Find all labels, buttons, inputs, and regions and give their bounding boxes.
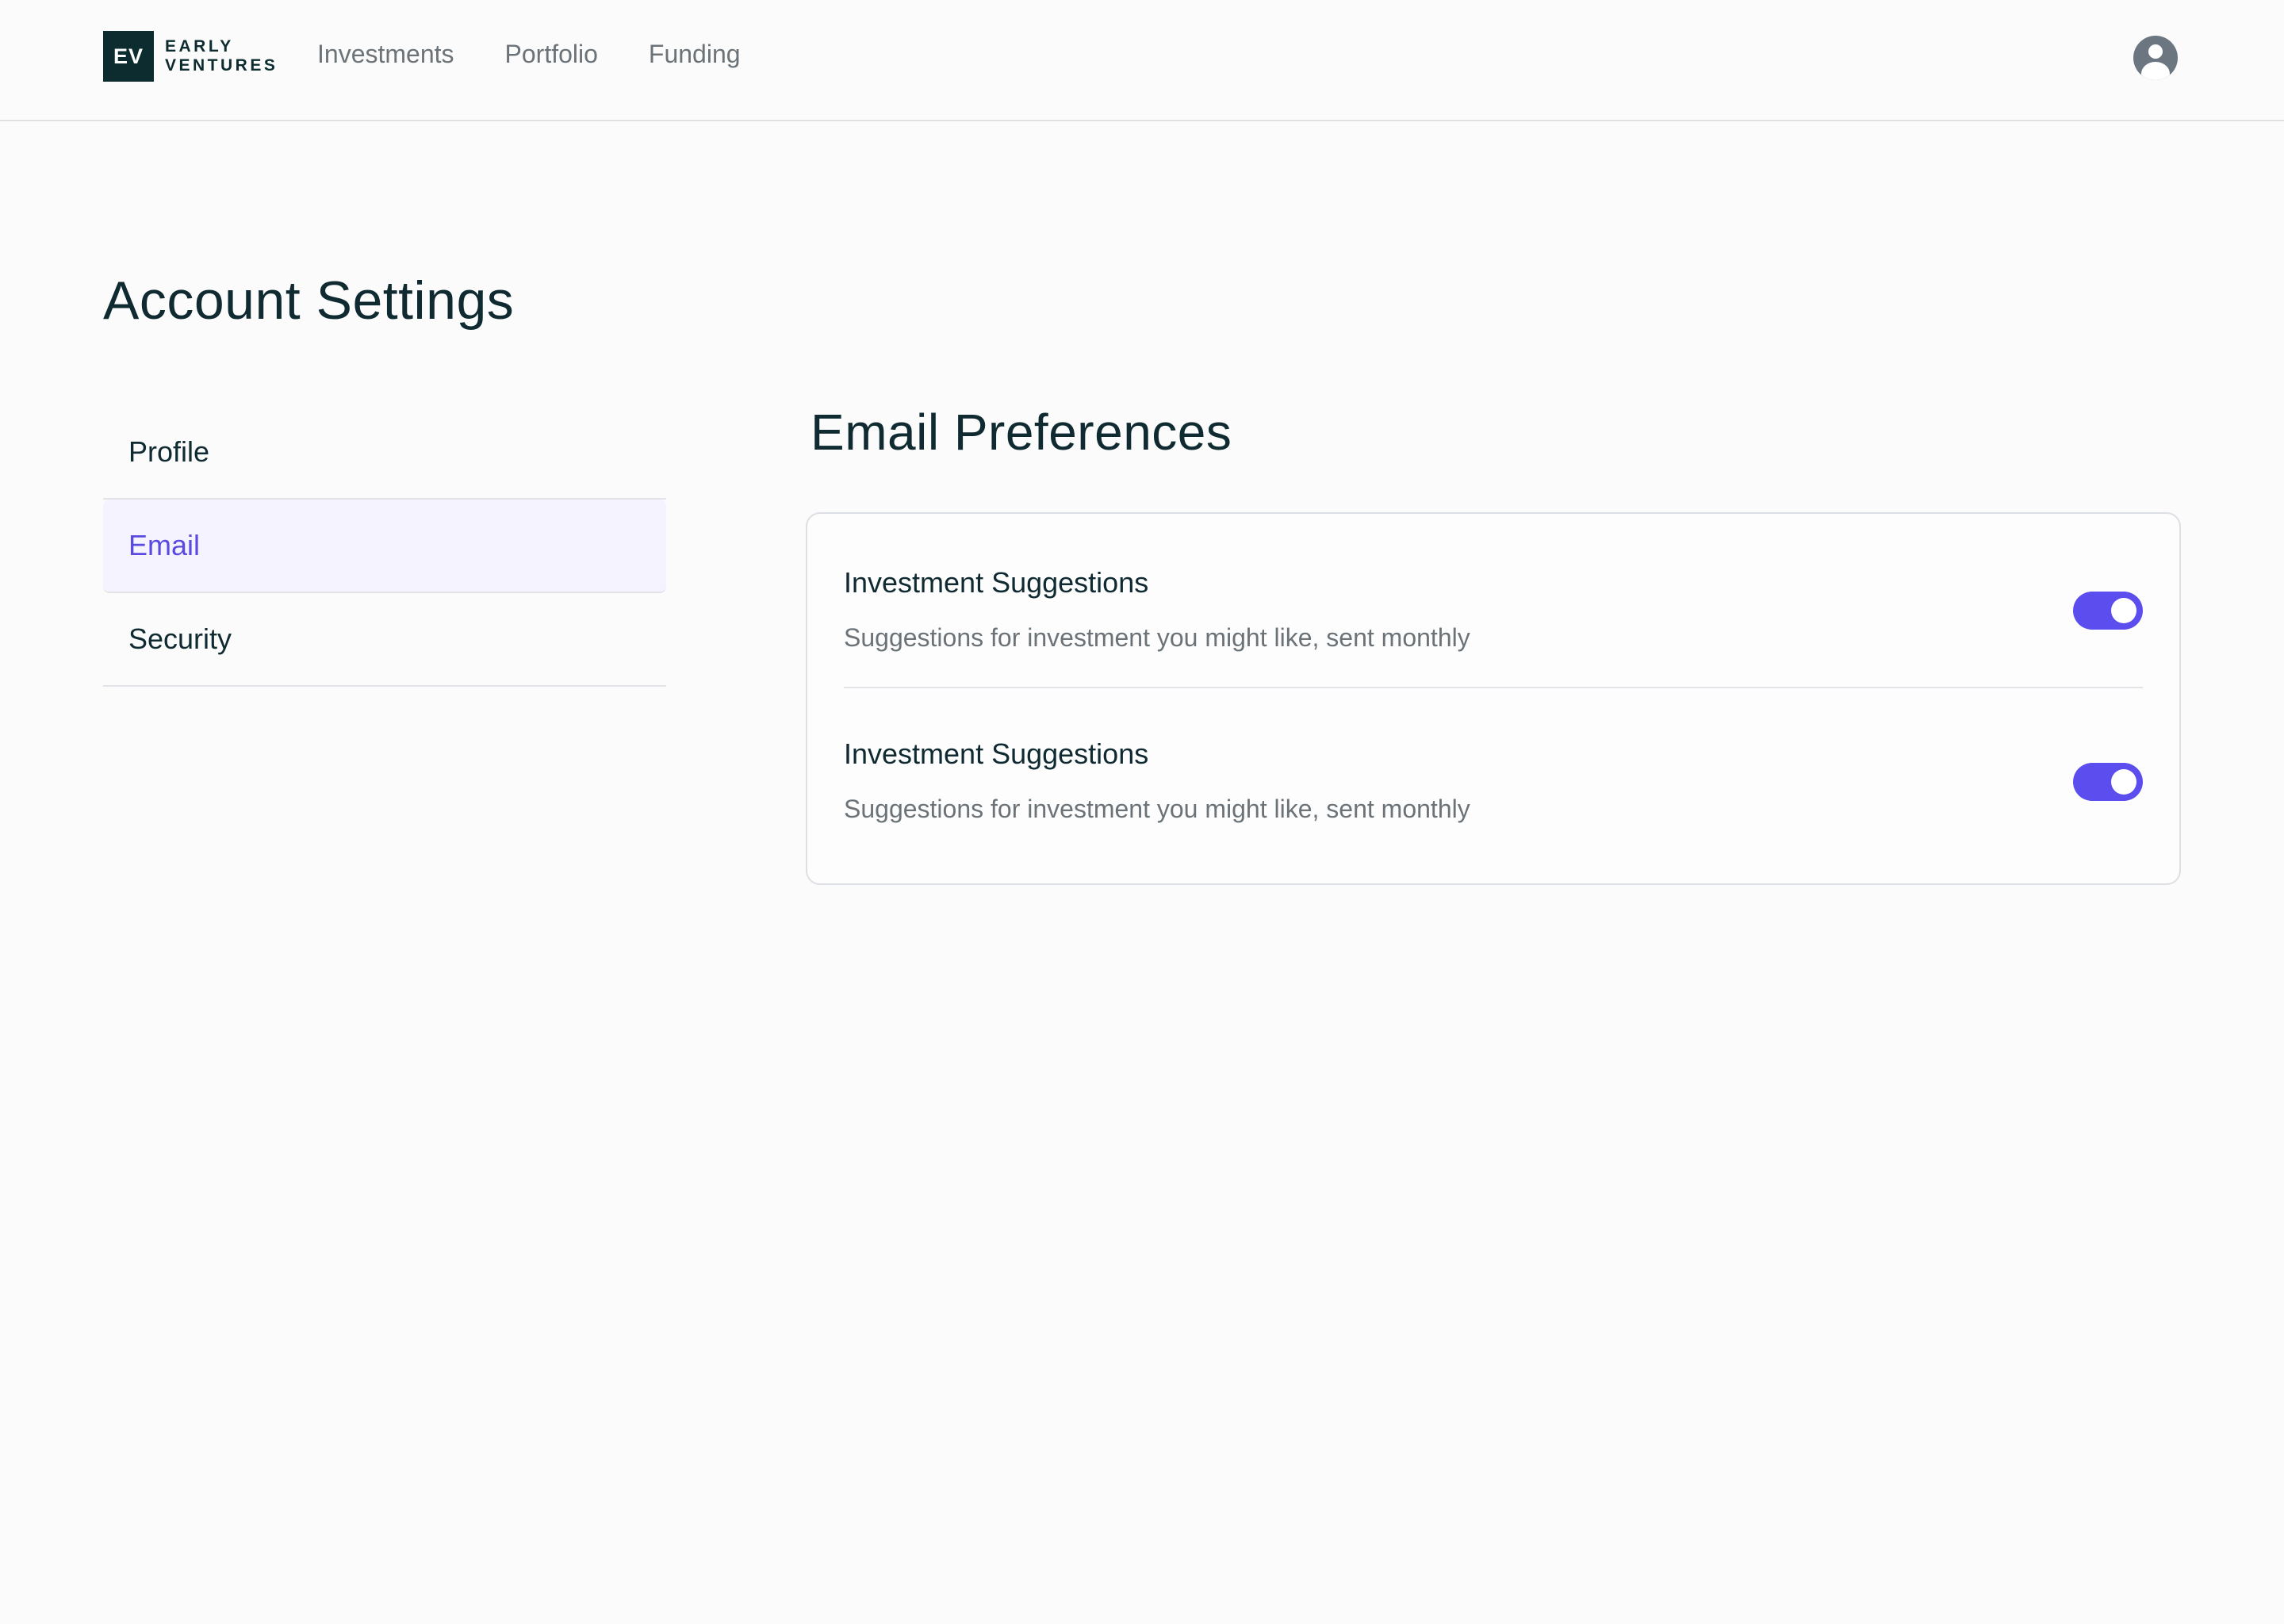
nav-link-funding[interactable]: Funding [649,40,741,69]
section-title: Email Preferences [811,404,1232,461]
logo-line-1: EARLY [165,37,234,56]
preference-toggle[interactable] [2073,592,2143,630]
side-menu-item-security[interactable]: Security [103,593,666,687]
preference-toggle[interactable] [2073,763,2143,801]
logo-mark: EV [103,31,154,82]
preference-description: Suggestions for investment you might lik… [844,623,1470,652]
preference-row: Investment Suggestions Suggestions for i… [844,688,2143,863]
avatar-shoulders-shape [2141,62,2170,80]
logo-line-2: VENTURES [165,56,278,75]
top-navigation-bar: EV EARLY VENTURES Investments Portfolio … [0,0,2284,121]
nav-link-portfolio[interactable]: Portfolio [505,40,598,69]
logo-wordmark: EARLY VENTURES [165,37,278,75]
main-nav: Investments Portfolio Funding [317,40,741,69]
nav-link-investments[interactable]: Investments [317,40,454,69]
preference-title: Investment Suggestions [844,566,1149,599]
side-menu-item-email[interactable]: Email [103,500,666,593]
brand-logo-link[interactable]: EV EARLY VENTURES [103,31,278,82]
preference-row: Investment Suggestions Suggestions for i… [844,514,2143,688]
side-menu-item-profile[interactable]: Profile [103,406,666,500]
avatar-head-shape [2148,44,2163,59]
toggle-knob [2111,598,2136,623]
preference-description: Suggestions for investment you might lik… [844,795,1470,823]
page-title: Account Settings [103,270,515,331]
settings-side-menu: Profile Email Security [103,406,666,687]
email-preferences-card: Investment Suggestions Suggestions for i… [806,512,2181,885]
user-circle-icon[interactable] [2133,36,2178,80]
preference-title: Investment Suggestions [844,737,1149,770]
toggle-knob [2111,769,2136,795]
